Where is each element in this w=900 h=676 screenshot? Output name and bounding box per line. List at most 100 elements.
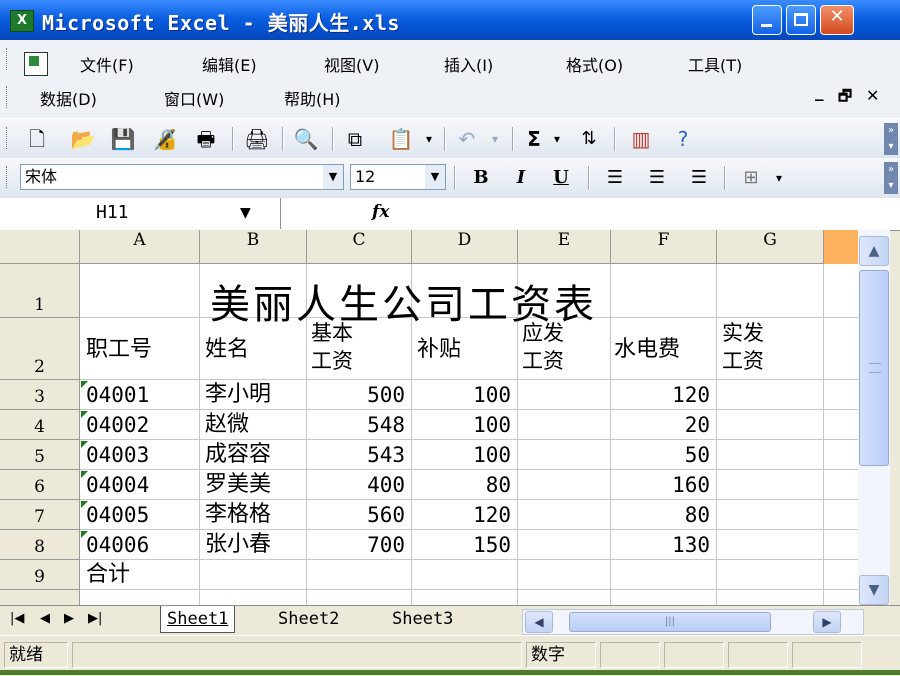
cell-subsidy[interactable]: 100 <box>417 441 511 469</box>
column-header-f[interactable]: F <box>611 230 717 264</box>
cell-subsidy[interactable]: 120 <box>417 501 511 529</box>
name-box[interactable]: H11 ▼ <box>0 198 281 229</box>
cell-base[interactable]: 400 <box>311 471 405 499</box>
row-header-8[interactable]: 8 <box>0 530 80 560</box>
cell-name[interactable]: 赵微 <box>205 411 249 439</box>
sort-ascending-icon[interactable]: ⇅ <box>572 125 606 153</box>
menu-tools[interactable]: 工具(T) <box>688 52 742 76</box>
first-sheet-icon[interactable]: |◀ <box>10 611 24 626</box>
row-header-7[interactable]: 7 <box>0 500 80 530</box>
chart-icon[interactable]: ▥ <box>624 125 658 153</box>
menu-help[interactable]: 帮助(H) <box>284 86 341 110</box>
menu-window[interactable]: 窗口(W) <box>164 86 224 110</box>
underline-button[interactable]: U <box>546 164 576 192</box>
cell-utilities[interactable]: 120 <box>615 381 710 409</box>
menu-insert[interactable]: 插入(I) <box>444 52 493 76</box>
row-header-1[interactable]: 1 <box>0 264 80 318</box>
cell-name[interactable]: 李格格 <box>205 501 271 529</box>
print-icon[interactable]: 🖨 <box>240 125 274 153</box>
cell-base[interactable]: 543 <box>311 441 405 469</box>
scroll-left-icon[interactable]: ◀ <box>525 611 553 633</box>
header-cell-gross-2[interactable]: 工资 <box>522 348 564 374</box>
save-icon[interactable]: 💾 <box>108 125 138 153</box>
paste-dropdown-icon[interactable]: ▾ <box>420 125 438 153</box>
cell-utilities[interactable]: 80 <box>615 501 710 529</box>
tab-sheet1[interactable]: Sheet1 <box>160 606 236 633</box>
copy-icon[interactable]: ⧉ <box>340 125 370 153</box>
column-header-g[interactable]: G <box>717 230 824 264</box>
toolbar-options-icon[interactable]: » ▾ <box>884 123 898 155</box>
tab-sheet3[interactable]: Sheet3 <box>386 606 459 632</box>
scroll-right-icon[interactable]: ▶ <box>813 611 841 633</box>
align-center-icon[interactable]: ☰ <box>640 164 674 192</box>
help-icon[interactable]: ? <box>668 125 698 153</box>
cell-subsidy[interactable]: 150 <box>417 531 511 559</box>
cell-name[interactable]: 成容容 <box>205 441 271 469</box>
tab-sheet2[interactable]: Sheet2 <box>272 606 345 632</box>
cell-base[interactable]: 500 <box>311 381 405 409</box>
worksheet-grid[interactable]: A B C D E F G 1 2 3 4 5 6 7 8 9 美丽人生公司工资… <box>0 230 858 605</box>
cell-utilities[interactable]: 130 <box>615 531 710 559</box>
cell-base[interactable]: 560 <box>311 501 405 529</box>
row-header-5[interactable]: 5 <box>0 440 80 470</box>
cell-base[interactable]: 548 <box>311 411 405 439</box>
column-header-a[interactable]: A <box>80 230 200 264</box>
cell-subsidy[interactable]: 80 <box>417 471 511 499</box>
excel-icon[interactable]: X <box>10 10 34 32</box>
header-cell-base-2[interactable]: 工资 <box>311 348 353 374</box>
cell-utilities[interactable]: 160 <box>615 471 710 499</box>
header-cell-net-2[interactable]: 工资 <box>722 348 764 374</box>
cell-id[interactable]: 04003 <box>86 441 149 469</box>
column-header-e[interactable]: E <box>518 230 611 264</box>
scroll-down-icon[interactable]: ▼ <box>859 575 889 605</box>
title-bar[interactable]: X Microsoft Excel - 美丽人生.xls ✕ <box>0 0 900 40</box>
paste-icon[interactable]: 📋 <box>384 125 418 153</box>
row-header-4[interactable]: 4 <box>0 410 80 440</box>
toolbar-grip[interactable] <box>6 127 10 149</box>
undo-dropdown-icon[interactable]: ▾ <box>486 125 504 153</box>
column-header-d[interactable]: D <box>412 230 518 264</box>
cell-utilities[interactable]: 50 <box>615 441 710 469</box>
menu-grip[interactable] <box>6 48 10 70</box>
close-button[interactable]: ✕ <box>820 5 854 35</box>
menu-data[interactable]: 数据(D) <box>40 86 97 110</box>
header-cell-name[interactable]: 姓名 <box>205 336 249 364</box>
cell-name[interactable]: 李小明 <box>205 381 271 409</box>
next-sheet-icon[interactable]: ▶ <box>64 611 74 626</box>
menu-format[interactable]: 格式(O) <box>566 52 623 76</box>
chevron-down-icon[interactable]: ▼ <box>240 205 251 221</box>
row-header-10[interactable] <box>0 590 80 605</box>
font-size-select[interactable]: 12 ▼ <box>350 164 446 190</box>
font-name-select[interactable]: 宋体 ▼ <box>20 164 344 190</box>
workbook-icon[interactable] <box>24 52 48 76</box>
select-all-corner[interactable] <box>0 230 80 264</box>
last-sheet-icon[interactable]: ▶| <box>88 611 102 626</box>
autosum-icon[interactable]: Σ <box>520 125 548 153</box>
borders-dropdown-icon[interactable]: ▾ <box>770 164 788 192</box>
cell-utilities[interactable]: 20 <box>615 411 710 439</box>
cell-subsidy[interactable]: 100 <box>417 381 511 409</box>
header-cell-net-1[interactable]: 实发 <box>722 320 764 346</box>
cell-id[interactable]: 04002 <box>86 411 149 439</box>
header-cell-base-1[interactable]: 基本 <box>311 320 353 346</box>
cell-id[interactable]: 04005 <box>86 501 149 529</box>
header-cell-id[interactable]: 职工号 <box>86 336 152 364</box>
research-icon[interactable]: 🔍 <box>290 125 322 153</box>
row-header-3[interactable]: 3 <box>0 380 80 410</box>
horizontal-scrollbar[interactable]: ◀ ||| ▶ <box>522 609 864 635</box>
header-cell-utilities[interactable]: 水电费 <box>614 336 680 364</box>
italic-button[interactable]: I <box>506 164 536 192</box>
menu-view[interactable]: 视图(V) <box>324 52 379 76</box>
column-header-h[interactable] <box>824 230 858 264</box>
horizontal-scroll-thumb[interactable]: ||| <box>569 612 771 632</box>
doc-minimize-icon[interactable]: _ <box>815 82 824 102</box>
scroll-up-icon[interactable]: ▲ <box>859 236 889 266</box>
cell-name[interactable]: 罗美美 <box>205 471 271 499</box>
chevron-down-icon[interactable]: ▼ <box>323 165 343 189</box>
align-right-icon[interactable]: ☰ <box>682 164 716 192</box>
align-left-icon[interactable]: ☰ <box>598 164 632 192</box>
email-icon[interactable]: 🖶 <box>188 125 224 153</box>
borders-icon[interactable]: ⊞ <box>734 164 768 192</box>
toolbar-grip[interactable] <box>6 166 10 188</box>
column-header-b[interactable]: B <box>200 230 307 264</box>
